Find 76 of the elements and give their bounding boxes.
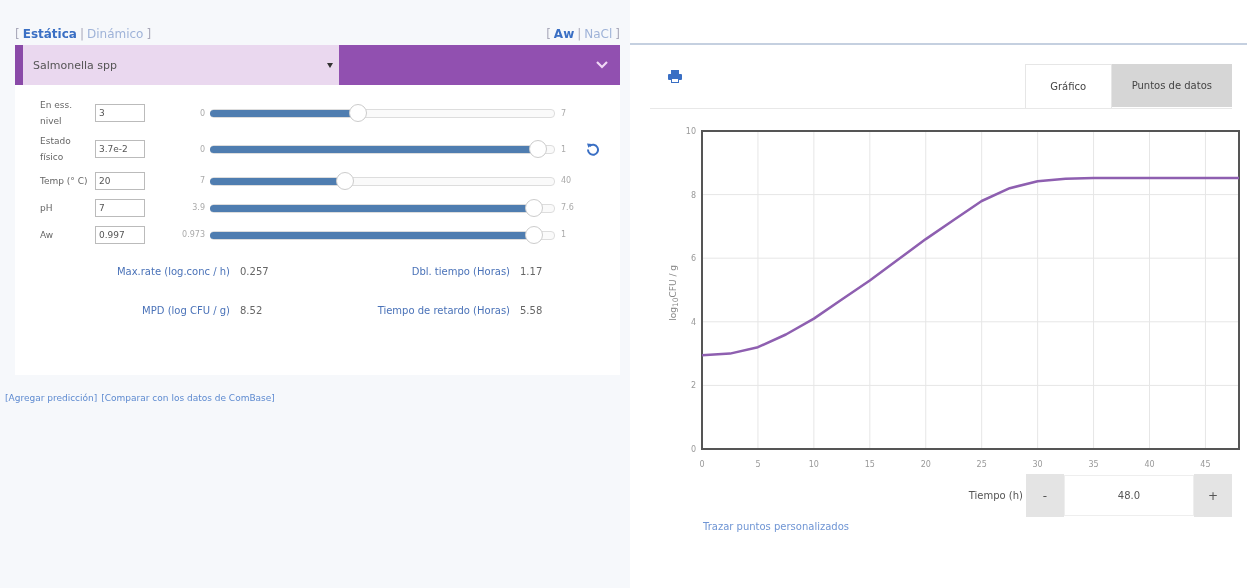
parameter-input[interactable]: 0.997 — [95, 225, 145, 244]
caret-icon — [327, 62, 333, 68]
parameter-input[interactable]: 3 — [95, 104, 145, 122]
x-tick-label: 0 — [699, 460, 705, 469]
slider[interactable] — [210, 140, 555, 158]
custom-points-link[interactable]: Trazar puntos personalizados — [703, 521, 849, 532]
result-label: Tiempo de retardo (Horas) — [376, 305, 511, 316]
slider-min-label: 0 — [198, 144, 206, 154]
parameter-label: Temp (° C) — [40, 174, 89, 188]
slider-thumb[interactable] — [528, 140, 547, 158]
slider-max-label: 7.6 — [560, 203, 575, 212]
action-link[interactable]: [Agregar predicción] — [5, 393, 98, 403]
slider-max-label: 40 — [560, 176, 573, 185]
bracket: ] — [146, 26, 152, 41]
reset-icon[interactable] — [586, 142, 600, 156]
chevron-down-icon[interactable] — [596, 61, 608, 69]
slider-min-label: 0.973 — [181, 230, 206, 239]
parameter-label: Estado físico — [40, 135, 72, 164]
action-link[interactable]: [Comparar con los datos de ComBase] — [101, 393, 275, 403]
time-label: Tiempo (h) — [968, 490, 1024, 501]
parameter-input[interactable]: 7 — [95, 198, 145, 217]
slider[interactable] — [210, 104, 555, 122]
result-value: 0.257 — [240, 266, 270, 277]
result-label: Max.rate (log.conc / h) — [115, 266, 231, 277]
slider-min-label: 0 — [198, 108, 206, 118]
result-label: Dbl. tiempo (Horas) — [410, 266, 511, 277]
slider-max-label: 1 — [560, 144, 568, 154]
result-value: 8.52 — [240, 305, 264, 316]
mode-tab[interactable]: Aw — [553, 26, 575, 41]
printer-icon[interactable] — [668, 70, 682, 83]
separator: | — [577, 26, 582, 41]
view-tab[interactable]: Puntos de datos — [1111, 64, 1232, 107]
slider-min-label: 7 — [198, 176, 206, 185]
x-tick-label: 10 — [808, 460, 819, 469]
increment-button[interactable]: + — [1194, 474, 1232, 517]
separator: | — [79, 26, 84, 41]
x-tick-label: 40 — [1144, 460, 1155, 469]
result-value: 5.58 — [520, 305, 544, 316]
parameter-label: Aw — [40, 228, 55, 242]
x-tick-label: 15 — [864, 460, 875, 469]
slider-thumb[interactable] — [335, 171, 354, 190]
slider[interactable] — [210, 198, 555, 217]
x-tick-label: 30 — [1032, 460, 1043, 469]
slider-max-label: 1 — [560, 230, 568, 239]
slider-thumb[interactable] — [349, 104, 368, 122]
y-tick-label: 4 — [690, 317, 696, 327]
slider-thumb[interactable] — [525, 225, 544, 244]
slider-min-label: 3.9 — [191, 203, 206, 212]
x-tick-label: 25 — [976, 460, 987, 469]
bracket: [ — [546, 26, 551, 41]
parameter-label: pH — [40, 201, 54, 215]
bracket: [ — [15, 26, 20, 41]
time-input[interactable]: 48.0 — [1064, 475, 1194, 516]
result-label: MPD (log CFU / g) — [141, 305, 231, 316]
y-tick-label: 2 — [690, 381, 696, 391]
result-value: 1.17 — [520, 266, 544, 277]
y-tick-label: 8 — [690, 190, 696, 200]
decrement-button[interactable]: - — [1026, 474, 1064, 517]
slider-max-label: 7 — [560, 108, 568, 118]
organism-select[interactable]: Salmonella spp — [23, 45, 339, 85]
y-tick-label: 0 — [690, 445, 696, 454]
x-tick-label: 35 — [1088, 460, 1099, 469]
parameter-input[interactable]: 3.7e-2 — [95, 140, 145, 158]
slider[interactable] — [210, 171, 555, 190]
y-tick-label: 6 — [690, 254, 696, 264]
view-tab[interactable]: Gráfico — [1024, 64, 1112, 108]
x-tick-label: 20 — [920, 460, 931, 469]
y-tick-label: 10 — [685, 127, 696, 136]
bracket: ] — [615, 26, 620, 41]
x-tick-label: 5 — [755, 460, 761, 469]
slider-thumb[interactable] — [525, 198, 544, 217]
x-tick-label: 45 — [1200, 460, 1211, 469]
mode-tab[interactable]: Estática — [22, 26, 77, 41]
parameter-input[interactable]: 20 — [95, 171, 145, 190]
parameter-label: En ess. nivel — [40, 99, 74, 128]
slider[interactable] — [210, 225, 555, 244]
